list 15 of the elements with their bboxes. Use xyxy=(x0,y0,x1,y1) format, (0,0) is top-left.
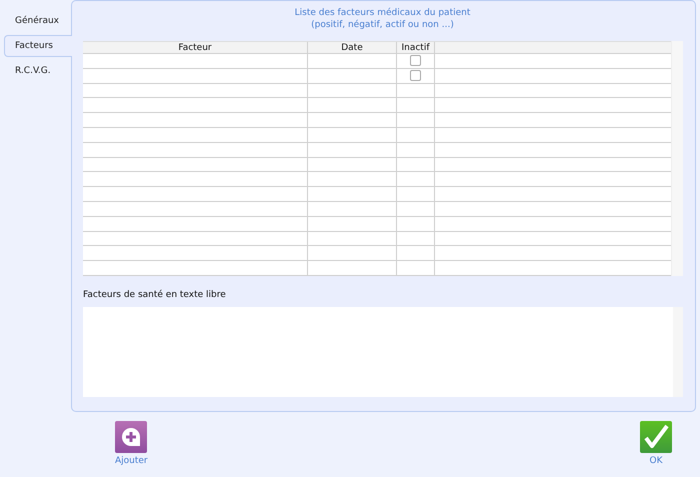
tab[interactable]: Généraux xyxy=(4,10,71,32)
checkbox[interactable] xyxy=(410,70,421,82)
tab[interactable]: R.C.V.G. xyxy=(4,60,71,82)
column-header: Facteur xyxy=(83,42,308,53)
scrollbar[interactable] xyxy=(671,41,683,276)
field-label: Facteurs de santé en texte libre xyxy=(83,290,227,300)
column-header: Date xyxy=(308,42,397,53)
add-button[interactable]: Ajouter xyxy=(115,421,148,466)
checkmark-icon xyxy=(640,421,672,453)
ok-button[interactable]: OK xyxy=(640,421,672,466)
column-header: Inactif xyxy=(397,42,435,53)
tab[interactable]: Facteurs xyxy=(4,35,72,57)
add-icon xyxy=(115,421,148,453)
panel-title: Liste des facteurs médicaux du patient (positif, négatif, actif ou non ...) xyxy=(294,7,472,31)
checkbox[interactable] xyxy=(410,55,421,66)
